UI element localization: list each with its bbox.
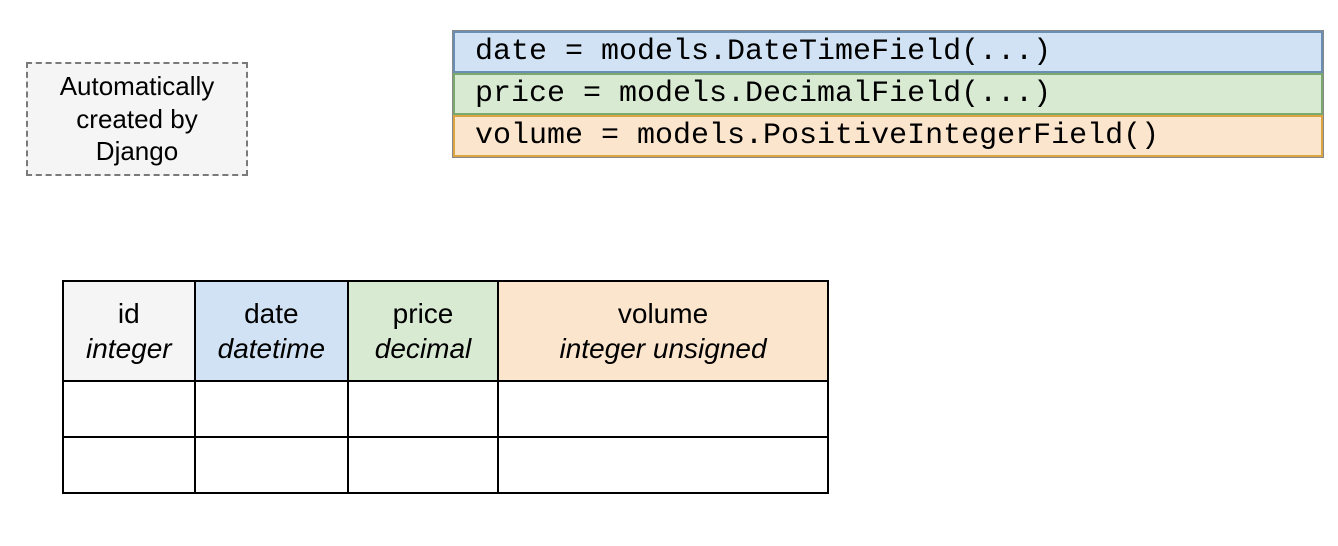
- cell-empty: [63, 381, 195, 437]
- col-name-volume: volume: [618, 298, 708, 329]
- table-header-row: id integer date datetime price decimal v…: [63, 281, 828, 381]
- table-row: [63, 381, 828, 437]
- col-header-volume: volume integer unsigned: [498, 281, 828, 381]
- col-name-id: id: [118, 298, 140, 329]
- code-line-volume: volume = models.PositiveIntegerField(): [453, 115, 1323, 157]
- col-header-price: price decimal: [348, 281, 498, 381]
- col-name-price: price: [393, 298, 454, 329]
- cell-empty: [498, 381, 828, 437]
- cell-empty: [348, 381, 498, 437]
- django-auto-note: Automaticallycreated byDjango: [26, 62, 248, 176]
- cell-empty: [498, 437, 828, 493]
- col-type-date: datetime: [218, 331, 325, 366]
- col-header-id: id integer: [63, 281, 195, 381]
- django-auto-note-text: Automaticallycreated byDjango: [60, 70, 215, 168]
- cell-empty: [63, 437, 195, 493]
- cell-empty: [348, 437, 498, 493]
- table-row: [63, 437, 828, 493]
- col-type-volume: integer unsigned: [521, 331, 805, 366]
- cell-empty: [195, 437, 348, 493]
- col-type-id: integer: [86, 331, 172, 366]
- code-line-date: date = models.DateTimeField(...): [453, 31, 1323, 73]
- col-type-price: decimal: [371, 331, 475, 366]
- model-fields-code: date = models.DateTimeField(...) price =…: [452, 30, 1324, 158]
- cell-empty: [195, 381, 348, 437]
- col-name-date: date: [244, 298, 299, 329]
- col-header-date: date datetime: [195, 281, 348, 381]
- code-line-price: price = models.DecimalField(...): [453, 73, 1323, 115]
- db-schema-table: id integer date datetime price decimal v…: [62, 280, 829, 494]
